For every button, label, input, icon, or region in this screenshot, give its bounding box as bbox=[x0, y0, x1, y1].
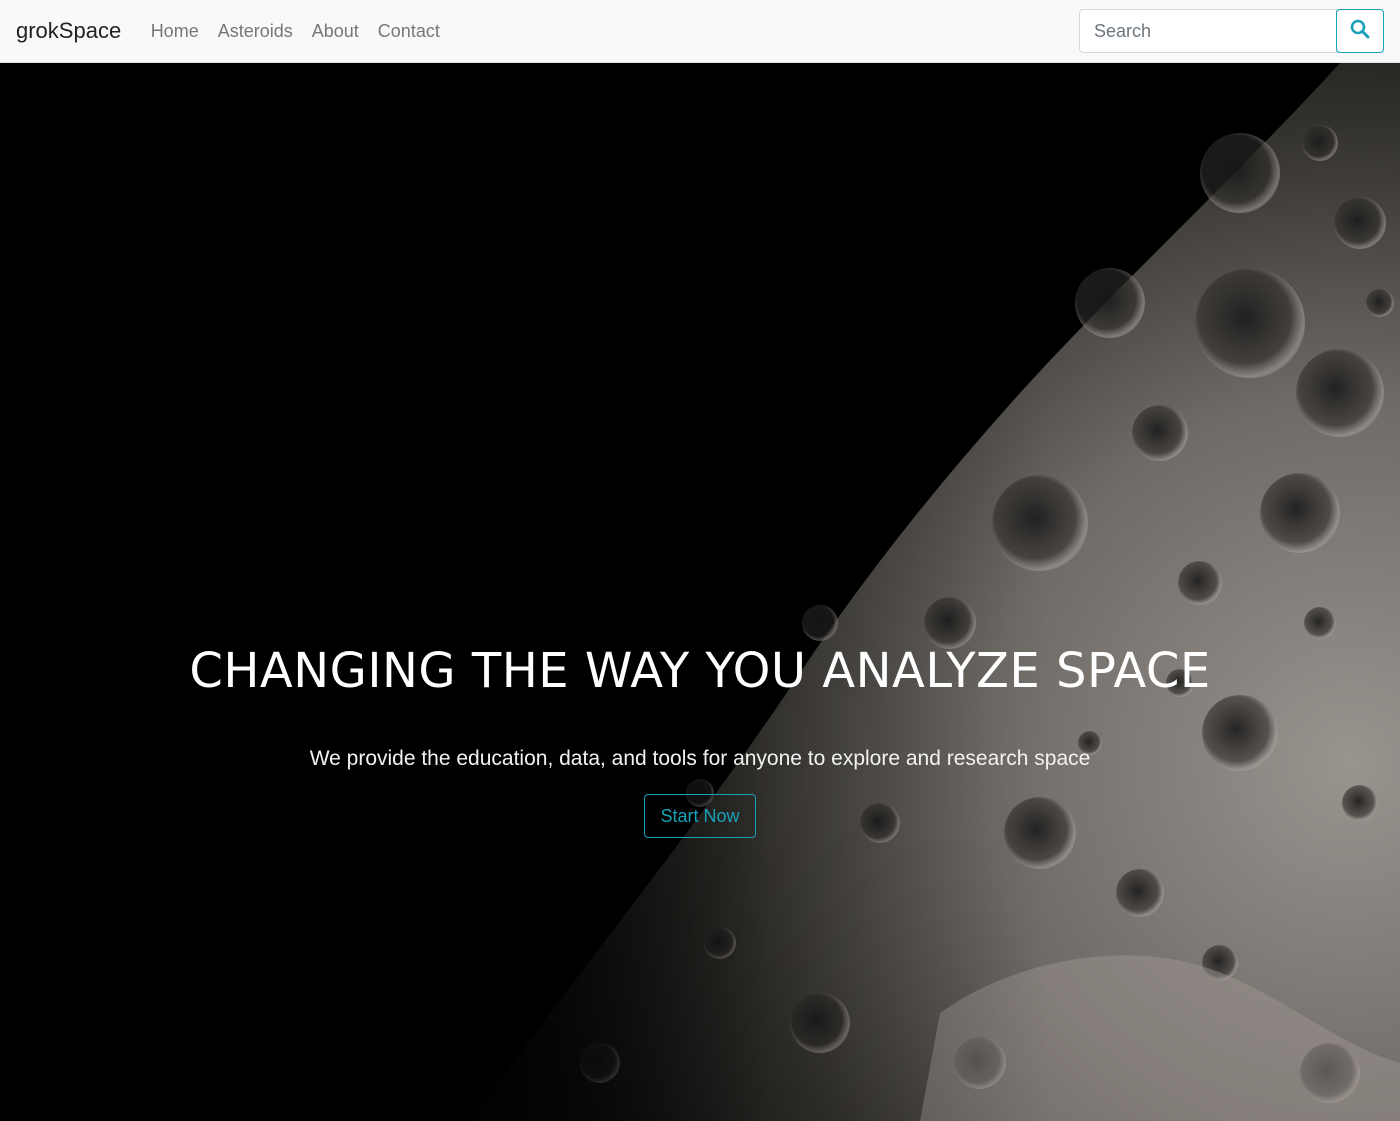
brand-logo[interactable]: grokSpace bbox=[16, 18, 121, 44]
search-form bbox=[1079, 9, 1384, 53]
navbar: grokSpace Home Asteroids About Contact bbox=[0, 0, 1400, 63]
search-button[interactable] bbox=[1336, 9, 1384, 53]
start-now-button[interactable]: Start Now bbox=[644, 794, 756, 838]
nav-link-home[interactable]: Home bbox=[141, 21, 208, 42]
nav-link-contact[interactable]: Contact bbox=[368, 21, 449, 42]
search-icon bbox=[1350, 19, 1370, 44]
nav-link-asteroids[interactable]: Asteroids bbox=[208, 21, 302, 42]
moon-surface-image bbox=[0, 63, 1400, 1121]
search-input[interactable] bbox=[1079, 9, 1337, 53]
hero-title: CHANGING THE WAY YOU ANALYZE SPACE bbox=[189, 643, 1211, 699]
nav-links: Home Asteroids About Contact bbox=[141, 21, 449, 42]
hero-subtitle: We provide the education, data, and tool… bbox=[309, 747, 1091, 770]
nav-link-about[interactable]: About bbox=[302, 21, 368, 42]
hero-section: CHANGING THE WAY YOU ANALYZE SPACE We pr… bbox=[0, 63, 1400, 1121]
